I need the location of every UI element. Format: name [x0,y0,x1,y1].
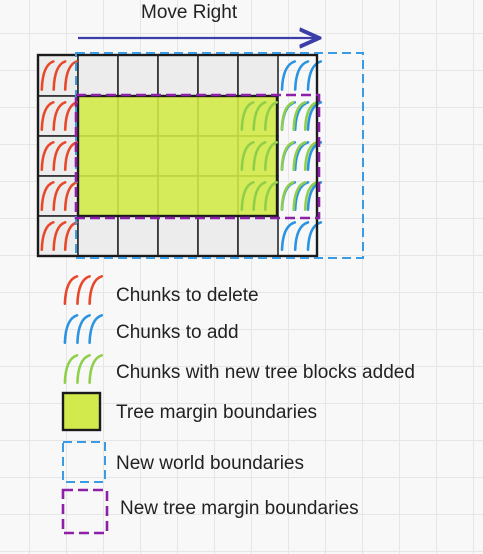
chunk-cell [117,215,159,257]
green-box-icon [61,391,102,432]
legend-label-delete: Chunks to delete [116,285,259,306]
legend-label-new-world: New world boundaries [116,453,304,474]
blue-hatch-icon [63,314,104,344]
legend-icons [61,275,109,535]
chunk-cell [77,215,119,257]
hatch-strokes [63,354,104,384]
add-chunk-hatch [280,60,323,91]
blue-dashed-box-icon [62,441,106,483]
add-chunk-hatch [280,221,323,251]
chunk-cell [237,215,279,257]
legend-label-tree-margin: Tree margin boundaries [116,402,318,423]
tree-added-chunk-hatch [280,101,319,131]
chunk-cell [77,54,119,97]
chunk-cell [117,54,159,97]
tree-added-chunk-hatch [280,181,319,211]
legend-label-new-tree-margin: New tree margin boundaries [120,498,359,519]
tree-added-chunk-hatch [280,141,319,171]
red-hatch-icon [63,275,104,305]
hatch-strokes [63,275,104,305]
chunk-cell [197,215,239,257]
chunk-cell [197,54,239,97]
chunk-cell [237,54,279,97]
legend-label-tree-added: Chunks with new tree blocks added [116,362,415,383]
legend-label-add: Chunks to add [116,322,239,343]
chunk-cell [157,215,199,257]
tree-margin-area [78,96,277,216]
hatch-strokes [63,314,104,344]
green-hatch-icon [63,354,104,384]
purple-dashed-box-icon [61,488,109,535]
chunk-cell [157,54,199,97]
